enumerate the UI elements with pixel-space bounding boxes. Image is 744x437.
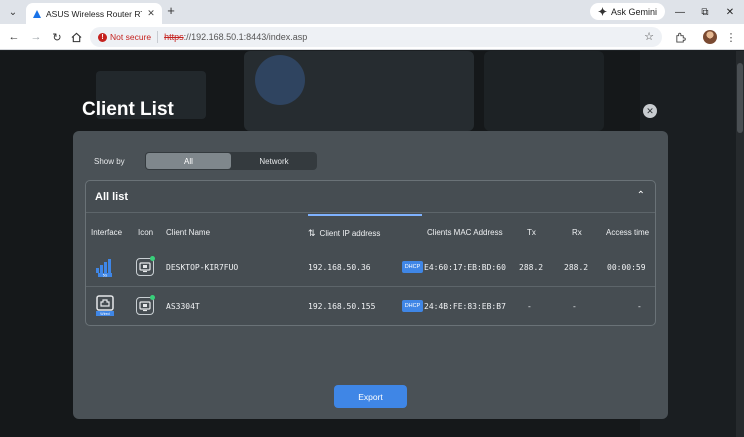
online-status-dot: [150, 295, 155, 300]
col-client-name[interactable]: Client Name: [166, 228, 210, 237]
warning-icon: !: [98, 32, 107, 42]
table-row[interactable]: Wired AS3304T 192.168.50.155 DHCP 24:4B:…: [86, 288, 655, 326]
page-scrollbar[interactable]: [736, 51, 744, 437]
wired-ethernet-icon: Wired: [96, 295, 114, 316]
scrollbar-thumb[interactable]: [737, 63, 743, 133]
tab-title: ASUS Wireless Router RT-BE55: [46, 8, 142, 19]
client-ip: 192.168.50.155: [308, 302, 376, 311]
table-row[interactable]: 5G DESKTOP-KIR7FUO 192.168.50.36 DHCP E4…: [86, 249, 655, 287]
col-interface[interactable]: Interface: [91, 228, 122, 237]
browser-toolbar: ← → ↻ ! Not secure https://192.168.50.1:…: [0, 24, 744, 50]
col-access-time[interactable]: Access time: [606, 228, 649, 237]
client-ip: 192.168.50.36: [308, 263, 371, 272]
client-mac: 24:4B:FE:83:EB:B7: [424, 302, 506, 311]
show-by-label: Show by: [94, 157, 125, 166]
url-text[interactable]: https://192.168.50.1:8443/index.asp: [158, 32, 307, 42]
restore-icon[interactable]: ⧉: [697, 4, 713, 20]
background-globe: [255, 55, 305, 105]
back-arrow-icon[interactable]: ←: [6, 29, 22, 45]
client-mac: E4:60:17:EB:BD:60: [424, 263, 506, 272]
not-secure-chip[interactable]: ! Not secure: [98, 31, 159, 43]
client-rx: -: [572, 302, 577, 311]
browser-tab-bar: ⌄ ASUS Wireless Router RT-BE55 ✕ + Ask G…: [0, 0, 744, 24]
wifi-5g-icon: 5G: [96, 259, 112, 277]
show-by-segmented-control: All Network: [145, 152, 317, 170]
address-bar[interactable]: ! Not secure https://192.168.50.1:8443/i…: [90, 27, 662, 47]
online-status-dot: [150, 256, 155, 261]
browser-menu-icon[interactable]: ⋮: [725, 29, 737, 45]
client-name[interactable]: AS3304T: [166, 302, 200, 311]
sort-indicator: [308, 214, 422, 216]
router-page: Client List ✕ Show by All Network All li…: [0, 51, 744, 437]
all-list-panel: All list ⌃ Interface Icon Client Name ⇅ C…: [85, 180, 656, 326]
new-tab-button[interactable]: +: [164, 4, 178, 18]
sort-descending-icon[interactable]: ⇅: [308, 228, 316, 238]
reload-icon[interactable]: ↻: [49, 29, 65, 45]
interface-badge: 5G: [103, 273, 108, 277]
chevron-up-icon[interactable]: ⌃: [637, 190, 645, 201]
close-window-icon[interactable]: ✕: [722, 4, 738, 20]
minimize-icon[interactable]: —: [672, 4, 688, 20]
client-list-modal: Show by All Network All list ⌃ Interface…: [73, 131, 668, 419]
modal-title: Client List: [82, 99, 174, 120]
col-mac-address[interactable]: Clients MAC Address: [427, 228, 503, 237]
all-list-header[interactable]: All list ⌃: [86, 181, 655, 213]
profile-avatar[interactable]: [703, 30, 717, 44]
col-tx[interactable]: Tx: [527, 228, 536, 237]
segment-all[interactable]: All: [146, 153, 231, 169]
client-tx: -: [527, 302, 532, 311]
col-icon[interactable]: Icon: [138, 228, 153, 237]
client-access-time: -: [637, 302, 642, 311]
bookmark-star-icon[interactable]: ☆: [644, 30, 654, 43]
background-panel: [484, 51, 604, 131]
export-button[interactable]: Export: [334, 385, 407, 408]
client-name[interactable]: DESKTOP-KIR7FUO: [166, 263, 238, 272]
client-access-time: 00:00:59: [607, 263, 646, 272]
dhcp-badge: DHCP: [402, 261, 423, 273]
col-rx[interactable]: Rx: [572, 228, 582, 237]
client-tx: 288.2: [519, 263, 544, 272]
client-rx: 288.2: [564, 263, 589, 272]
all-list-title: All list: [95, 191, 129, 203]
not-secure-label: Not secure: [110, 32, 152, 42]
interface-badge: Wired: [100, 312, 109, 316]
dhcp-badge: DHCP: [402, 300, 423, 312]
browser-tab[interactable]: ASUS Wireless Router RT-BE55 ✕: [26, 3, 162, 24]
segment-network[interactable]: Network: [232, 153, 316, 169]
tab-search-chevron-icon[interactable]: ⌄: [5, 4, 21, 20]
ask-gemini-button[interactable]: Ask Gemini: [590, 3, 666, 20]
ask-gemini-label: Ask Gemini: [611, 6, 658, 17]
home-icon[interactable]: [68, 29, 84, 45]
tab-close-icon[interactable]: ✕: [146, 8, 156, 19]
gemini-sparkle-icon: [598, 7, 607, 16]
forward-arrow-icon[interactable]: →: [28, 29, 44, 45]
asus-favicon-icon: [32, 9, 42, 19]
col-client-ip[interactable]: ⇅ Client IP address: [308, 228, 380, 239]
extensions-puzzle-icon[interactable]: [672, 29, 688, 45]
modal-close-icon[interactable]: ✕: [643, 104, 657, 118]
